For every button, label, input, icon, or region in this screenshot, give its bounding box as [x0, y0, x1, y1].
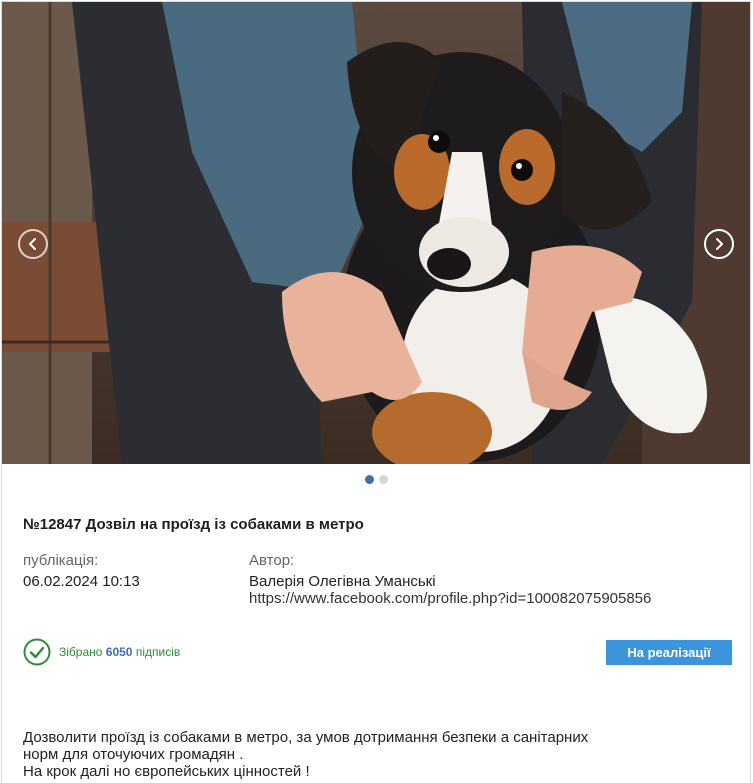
- author-label: Автор:: [249, 552, 295, 569]
- carousel-next-button[interactable]: [704, 229, 734, 259]
- petition-card: №12847 Дозвіл на проїзд із собаками в ме…: [1, 1, 751, 783]
- petition-title: №12847 Дозвіл на проїзд із собаками в ме…: [23, 516, 364, 533]
- puppy-photo: [2, 2, 750, 464]
- description-line-2: норм для оточуючих громадян .: [23, 746, 244, 763]
- carousel-dot-2[interactable]: [378, 474, 388, 484]
- carousel-pagination: [2, 464, 750, 494]
- carousel-dot-1[interactable]: [364, 474, 374, 484]
- author-name: Валерія Олегівна Уманські: [249, 573, 436, 590]
- signatures-collected: Зібрано 6050 підписів: [23, 638, 180, 666]
- signatures-count: 6050: [105, 645, 133, 659]
- status-button[interactable]: На реалізації: [606, 640, 732, 665]
- description-line-3: На крок далі но європейських цінностей !: [23, 763, 310, 780]
- carousel-prev-button[interactable]: [18, 229, 48, 259]
- author-profile-link[interactable]: https://www.facebook.com/profile.php?id=…: [249, 590, 651, 607]
- collected-suffix: підписів: [135, 645, 181, 659]
- petition-description: Дозволити проїзд із собаками в метро, за…: [23, 729, 735, 780]
- chevron-right-icon: [716, 238, 723, 250]
- photo-carousel: [2, 2, 750, 464]
- publication-date: 06.02.2024 10:13: [23, 573, 140, 590]
- description-line-1: Дозволити проїзд із собаками в метро, за…: [23, 729, 589, 746]
- chevron-left-icon: [29, 238, 36, 250]
- collected-prefix: Зібрано: [59, 645, 103, 659]
- check-circle-icon: [23, 638, 51, 666]
- publication-label: публікація:: [23, 552, 99, 569]
- signatures-text: Зібрано 6050 підписів: [59, 645, 180, 659]
